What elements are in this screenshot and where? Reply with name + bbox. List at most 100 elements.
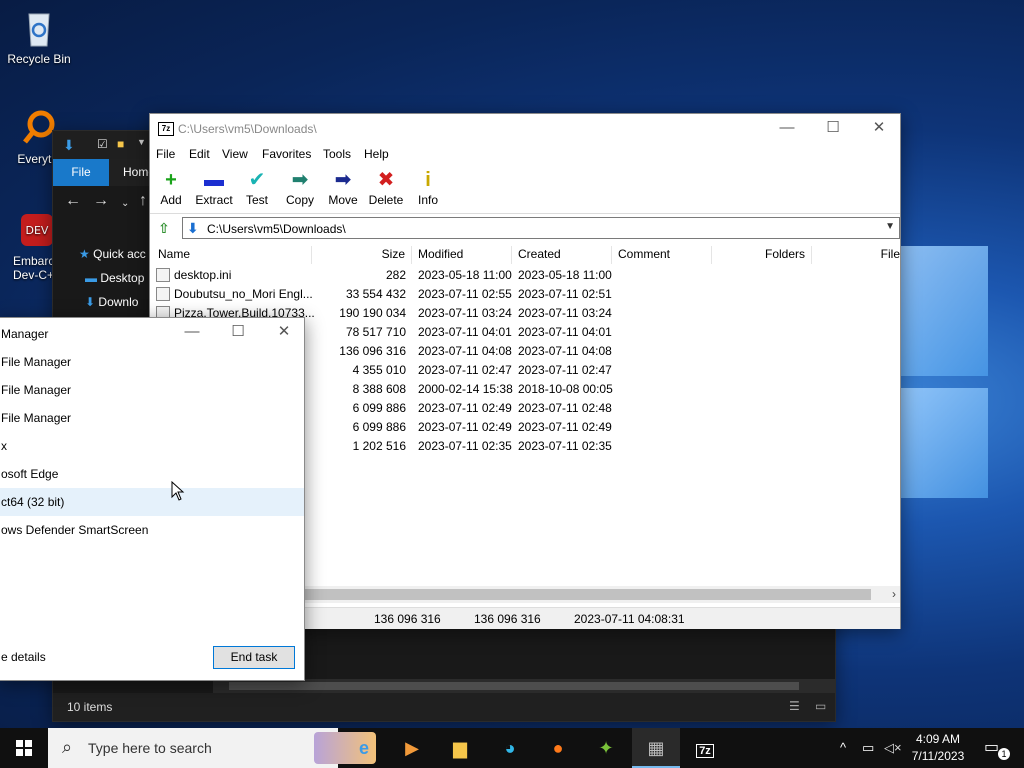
nav-quick-access[interactable]: ★ Quick acc xyxy=(79,247,146,261)
desktop-icon-label: Recycle Bin xyxy=(7,52,71,66)
window-title: Manager xyxy=(1,327,49,341)
internet-explorer-icon[interactable]: e xyxy=(340,728,388,768)
notification-icon[interactable]: ▭ xyxy=(984,728,999,768)
back-arrow-icon[interactable]: ← xyxy=(65,192,81,210)
chevron-up-icon[interactable]: ^ xyxy=(840,728,846,768)
process-item[interactable]: File Manager xyxy=(0,348,304,376)
scrollbar-thumb[interactable] xyxy=(305,589,871,600)
download-icon[interactable]: ⬇ xyxy=(63,137,75,154)
7zip-taskbar-icon[interactable]: 7z xyxy=(681,728,729,768)
media-player-icon[interactable]: ▶ xyxy=(388,728,436,768)
move-button[interactable]: ➡ Move xyxy=(319,168,367,207)
column-files[interactable]: File xyxy=(812,246,900,264)
file-modified: 2023-07-11 04:08 xyxy=(418,344,512,358)
process-item-selected[interactable]: ct64 (32 bit) xyxy=(0,488,304,516)
delete-icon: ✖ xyxy=(377,169,395,191)
explorer-status-bar: 10 items ☰ ▭ xyxy=(53,693,835,721)
minimize-button[interactable]: — xyxy=(764,114,810,144)
file-row[interactable]: Doubutsu_no_Mori Engl... 33 554 432 2023-0… xyxy=(150,285,900,304)
minimize-button[interactable]: — xyxy=(169,318,215,348)
scroll-right-icon[interactable]: › xyxy=(892,587,896,601)
file-created: 2023-07-11 02:47 xyxy=(518,363,612,377)
menu-help[interactable]: Help xyxy=(364,147,389,161)
new-folder-icon[interactable]: ■ xyxy=(117,137,124,151)
file-size: 282 xyxy=(385,268,406,282)
file-size: 8 388 608 xyxy=(352,382,406,396)
maximize-button[interactable]: ☐ xyxy=(215,318,261,348)
column-comment[interactable]: Comment xyxy=(612,246,712,264)
scrollbar-thumb[interactable] xyxy=(229,682,799,690)
process-item[interactable]: ows Defender SmartScreen xyxy=(0,516,304,544)
close-button[interactable]: ✕ xyxy=(856,114,902,144)
file-modified: 2023-07-11 02:35 xyxy=(418,439,512,453)
desktop-icon-recycle-bin[interactable]: Recycle Bin xyxy=(2,8,76,66)
extract-button[interactable]: ▬ Extract xyxy=(190,168,238,207)
close-button[interactable]: ✕ xyxy=(261,318,307,348)
recent-chevron-icon[interactable]: ⌄ xyxy=(121,198,129,209)
menu-view[interactable]: View xyxy=(222,147,248,161)
process-item[interactable]: File Manager xyxy=(0,376,304,404)
chevron-down-icon[interactable]: ▼ xyxy=(137,137,146,147)
process-item[interactable]: osoft Edge xyxy=(0,460,304,488)
status-packed-size: 136 096 316 xyxy=(474,612,541,626)
info-button[interactable]: i Info xyxy=(404,168,452,207)
more-details-link[interactable]: e details xyxy=(1,650,46,664)
edge-icon[interactable]: ◕ xyxy=(486,728,534,768)
download-icon: ⬇ xyxy=(85,295,96,309)
file-created: 2018-10-08 00:05 xyxy=(518,382,613,396)
file-modified: 2023-07-11 02:49 xyxy=(418,420,512,434)
column-header: Name Size Modified Created Comment Folde… xyxy=(150,244,900,264)
details-view-icon[interactable]: ☰ xyxy=(789,699,800,713)
toolbar: + Add ▬ Extract ✔ Test ➡ Copy ➡ Move ✖ D… xyxy=(150,166,900,214)
column-created[interactable]: Created xyxy=(512,246,612,264)
large-icons-view-icon[interactable]: ▭ xyxy=(815,699,826,713)
network-icon[interactable]: ▭ xyxy=(862,728,874,768)
column-modified[interactable]: Modified xyxy=(412,246,512,264)
start-button[interactable] xyxy=(0,728,48,768)
file-size: 4 355 010 xyxy=(352,363,406,377)
folder-up-icon[interactable]: ⇧ xyxy=(156,220,172,236)
task-manager-taskbar-icon[interactable]: ▦ xyxy=(632,728,680,768)
column-folders[interactable]: Folders xyxy=(712,246,812,264)
explorer-horizontal-scrollbar[interactable] xyxy=(213,679,835,693)
file-created: 2023-07-11 03:24 xyxy=(518,306,612,320)
maximize-button[interactable]: ☐ xyxy=(810,114,856,144)
column-size[interactable]: Size xyxy=(312,246,412,264)
address-path: C:\Users\vm5\Downloads\ xyxy=(207,222,346,236)
tab-file[interactable]: File xyxy=(53,159,109,186)
address-combobox[interactable]: ⬇ C:\Users\vm5\Downloads\ ▼ xyxy=(182,217,900,239)
forward-arrow-icon[interactable]: → xyxy=(93,192,109,210)
nav-downloads[interactable]: ⬇ Downlo xyxy=(85,295,138,309)
task-manager-window: Manager — ☐ ✕ File Manager File Manager … xyxy=(0,317,305,681)
process-item[interactable]: File Manager xyxy=(0,404,304,432)
windows-logo-wallpaper xyxy=(900,240,1000,498)
end-task-button[interactable]: End task xyxy=(213,646,295,669)
file-explorer-icon[interactable]: ▆ xyxy=(436,728,484,768)
bird-app-icon[interactable]: ✦ xyxy=(582,728,630,768)
column-name[interactable]: Name xyxy=(152,246,312,264)
title-bar: 7z C:\Users\vm5\Downloads\ — ☐ ✕ xyxy=(150,114,900,144)
properties-icon[interactable]: ☑ xyxy=(97,137,108,151)
up-arrow-icon[interactable]: ↑ xyxy=(139,192,147,210)
add-button[interactable]: + Add xyxy=(147,168,195,207)
copy-button[interactable]: ➡ Copy xyxy=(276,168,324,207)
firefox-icon[interactable]: ● xyxy=(534,728,582,768)
status-size: 136 096 316 xyxy=(374,612,441,626)
star-icon: ★ xyxy=(79,247,90,261)
menu-favorites[interactable]: Favorites xyxy=(262,147,311,161)
clock[interactable]: 4:09 AM 7/11/2023 xyxy=(908,731,968,765)
7zip-app-icon: 7z xyxy=(696,744,714,758)
nav-desktop[interactable]: ▬ Desktop xyxy=(85,271,144,285)
volume-muted-icon[interactable]: ◁× xyxy=(884,728,902,768)
chevron-down-icon[interactable]: ▼ xyxy=(885,221,895,232)
file-row[interactable]: desktop.ini 282 2023-05-18 11:00 2023-05-18… xyxy=(150,266,900,285)
menu-file[interactable]: File xyxy=(156,147,175,161)
clock-date: 7/11/2023 xyxy=(911,749,965,763)
menu-tools[interactable]: Tools xyxy=(323,147,351,161)
test-button[interactable]: ✔ Test xyxy=(233,168,281,207)
menu-edit[interactable]: Edit xyxy=(189,147,210,161)
file-modified: 2023-05-18 11:00 xyxy=(418,268,512,282)
taskbar-search-box[interactable]: ⌕ Type here to search xyxy=(48,728,376,768)
process-item[interactable]: x xyxy=(0,432,304,460)
delete-button[interactable]: ✖ Delete xyxy=(362,168,410,207)
